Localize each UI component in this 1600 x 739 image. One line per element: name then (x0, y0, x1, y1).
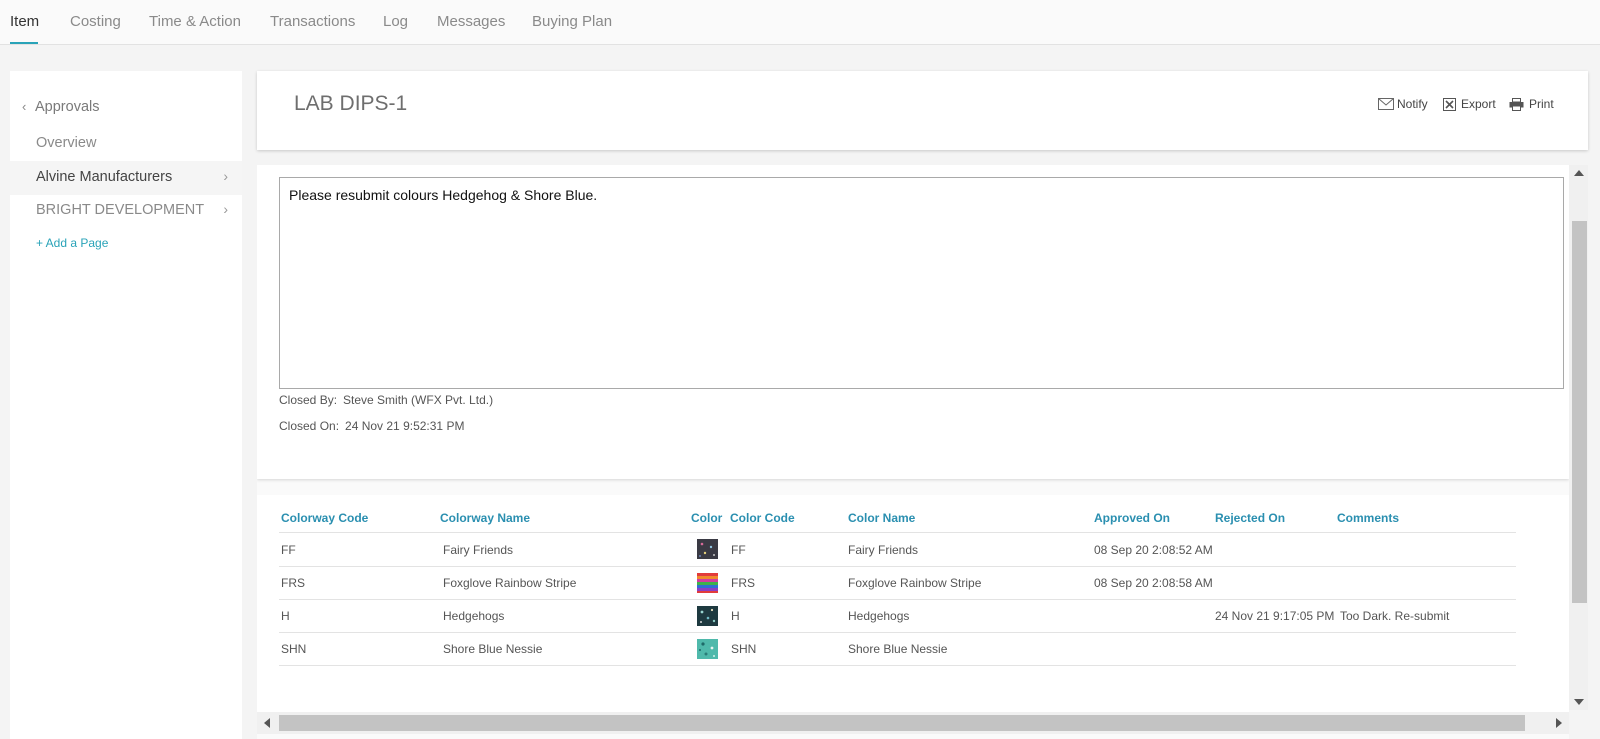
vertical-scrollbar[interactable] (1569, 165, 1588, 710)
scroll-up-arrow-icon[interactable] (1574, 170, 1584, 176)
cell-colorway-name: Fairy Friends (443, 543, 514, 557)
approval-content: Please resubmit colours Hedgehog & Shore… (257, 165, 1569, 739)
printer-icon (1509, 97, 1524, 111)
closed-on-label: Closed On: (279, 419, 340, 433)
chevron-right-icon: › (223, 201, 228, 217)
horizontal-scrollbar[interactable] (257, 712, 1569, 734)
scroll-thumb[interactable] (279, 715, 1525, 731)
color-swatch (697, 639, 718, 659)
cell-color-code: SHN (731, 642, 757, 656)
cell-colorway-name: Foxglove Rainbow Stripe (443, 576, 577, 590)
export-icon (1443, 97, 1456, 111)
header-color-name[interactable]: Color Name (848, 511, 915, 525)
cell-color-name: Fairy Friends (848, 543, 919, 557)
row-divider (279, 632, 1516, 633)
scroll-down-arrow-icon[interactable] (1574, 699, 1584, 705)
chevron-left-icon: ‹ (22, 99, 27, 114)
tab-time-and-action[interactable]: Time & Action (149, 13, 241, 30)
cell-color-name: Shore Blue Nessie (848, 642, 948, 656)
scroll-left-arrow-icon[interactable] (264, 718, 270, 728)
top-tab-bar: Item Costing Time & Action Transactions … (0, 0, 1600, 45)
cell-color-code: FF (731, 543, 746, 557)
approvals-label: Approvals (35, 99, 100, 115)
header-approved-on[interactable]: Approved On (1094, 511, 1170, 525)
color-swatch (697, 539, 718, 559)
cell-colorway-code: FRS (281, 576, 305, 590)
tab-log[interactable]: Log (383, 13, 408, 30)
tab-transactions[interactable]: Transactions (270, 13, 355, 30)
closed-by-label: Closed By: (279, 393, 338, 407)
closed-by-value: Steve Smith (WFX Pvt. Ltd.) (343, 393, 494, 407)
export-label: Export (1461, 97, 1496, 111)
header-colorway-name[interactable]: Colorway Name (440, 511, 530, 525)
tab-buying-plan[interactable]: Buying Plan (532, 13, 612, 30)
page-title: LAB DIPS-1 (294, 92, 408, 115)
approvals-back-link[interactable]: ‹ Approvals (22, 99, 99, 115)
scroll-right-arrow-icon[interactable] (1556, 718, 1562, 728)
cell-color-code: H (731, 609, 740, 623)
add-page-link[interactable]: + Add a Page (36, 236, 108, 250)
cell-comments: Too Dark. Re-submit (1340, 609, 1450, 623)
header-color-code[interactable]: Color Code (730, 511, 795, 525)
cell-approved-on: 08 Sep 20 2:08:52 AM (1094, 543, 1213, 557)
closed-on: Closed On: 24 Nov 21 9:52:31 PM (279, 419, 464, 433)
comment-text: Please resubmit colours Hedgehog & Shore… (289, 187, 598, 203)
envelope-icon (1378, 98, 1394, 110)
comment-textarea[interactable]: Please resubmit colours Hedgehog & Shore… (279, 177, 1564, 389)
sidebar-item-label: Overview (36, 135, 97, 151)
comment-panel: Please resubmit colours Hedgehog & Shore… (257, 165, 1569, 479)
row-divider (279, 532, 1516, 533)
header-color[interactable]: Color (691, 511, 722, 525)
notify-button[interactable]: Notify (1378, 97, 1428, 111)
sidebar-item-label: BRIGHT DEVELOPMENT (36, 202, 205, 218)
cell-colorway-code: FF (281, 543, 296, 557)
sidebar-item-label: Alvine Manufacturers (36, 169, 173, 185)
sidebar-item-overview[interactable]: Overview (10, 127, 242, 161)
row-divider (279, 599, 1516, 600)
active-tab-indicator (10, 42, 38, 44)
cell-color-name: Hedgehogs (848, 609, 910, 623)
row-divider (279, 665, 1516, 666)
header-rejected-on[interactable]: Rejected On (1215, 511, 1285, 525)
closed-on-value: 24 Nov 21 9:52:31 PM (345, 419, 465, 433)
tab-costing[interactable]: Costing (70, 13, 121, 30)
cell-colorway-code: H (281, 609, 290, 623)
print-button[interactable]: Print (1509, 97, 1554, 111)
row-divider (279, 566, 1516, 567)
chevron-right-icon: › (223, 168, 228, 184)
notify-label: Notify (1397, 97, 1428, 111)
sidebar: ‹ Approvals Overview Alvine Manufacturers… (10, 71, 242, 739)
print-label: Print (1529, 97, 1554, 111)
sidebar-item-bright-development[interactable]: BRIGHT DEVELOPMENT › (10, 194, 242, 228)
closed-by: Closed By: Steve Smith (WFX Pvt. Ltd.) (279, 393, 493, 407)
tab-item[interactable]: Item (10, 13, 39, 30)
cell-colorway-name: Hedgehogs (443, 609, 505, 623)
scroll-thumb[interactable] (1572, 221, 1587, 603)
sidebar-item-alvine-manufacturers[interactable]: Alvine Manufacturers › (10, 161, 242, 195)
cell-rejected-on: 24 Nov 21 9:17:05 PM (1215, 609, 1335, 623)
header-comments[interactable]: Comments (1337, 511, 1399, 525)
cell-colorway-name: Shore Blue Nessie (443, 642, 543, 656)
cell-color-name: Foxglove Rainbow Stripe (848, 576, 982, 590)
page-header: LAB DIPS-1 Notify Export Print (257, 71, 1588, 150)
cell-approved-on: 08 Sep 20 2:08:58 AM (1094, 576, 1213, 590)
cell-color-code: FRS (731, 576, 755, 590)
color-swatch (697, 606, 718, 626)
tab-messages[interactable]: Messages (437, 13, 505, 30)
export-button[interactable]: Export (1443, 97, 1496, 111)
header-colorway-code[interactable]: Colorway Code (281, 511, 368, 525)
cell-colorway-code: SHN (281, 642, 307, 656)
color-swatch (697, 573, 718, 593)
